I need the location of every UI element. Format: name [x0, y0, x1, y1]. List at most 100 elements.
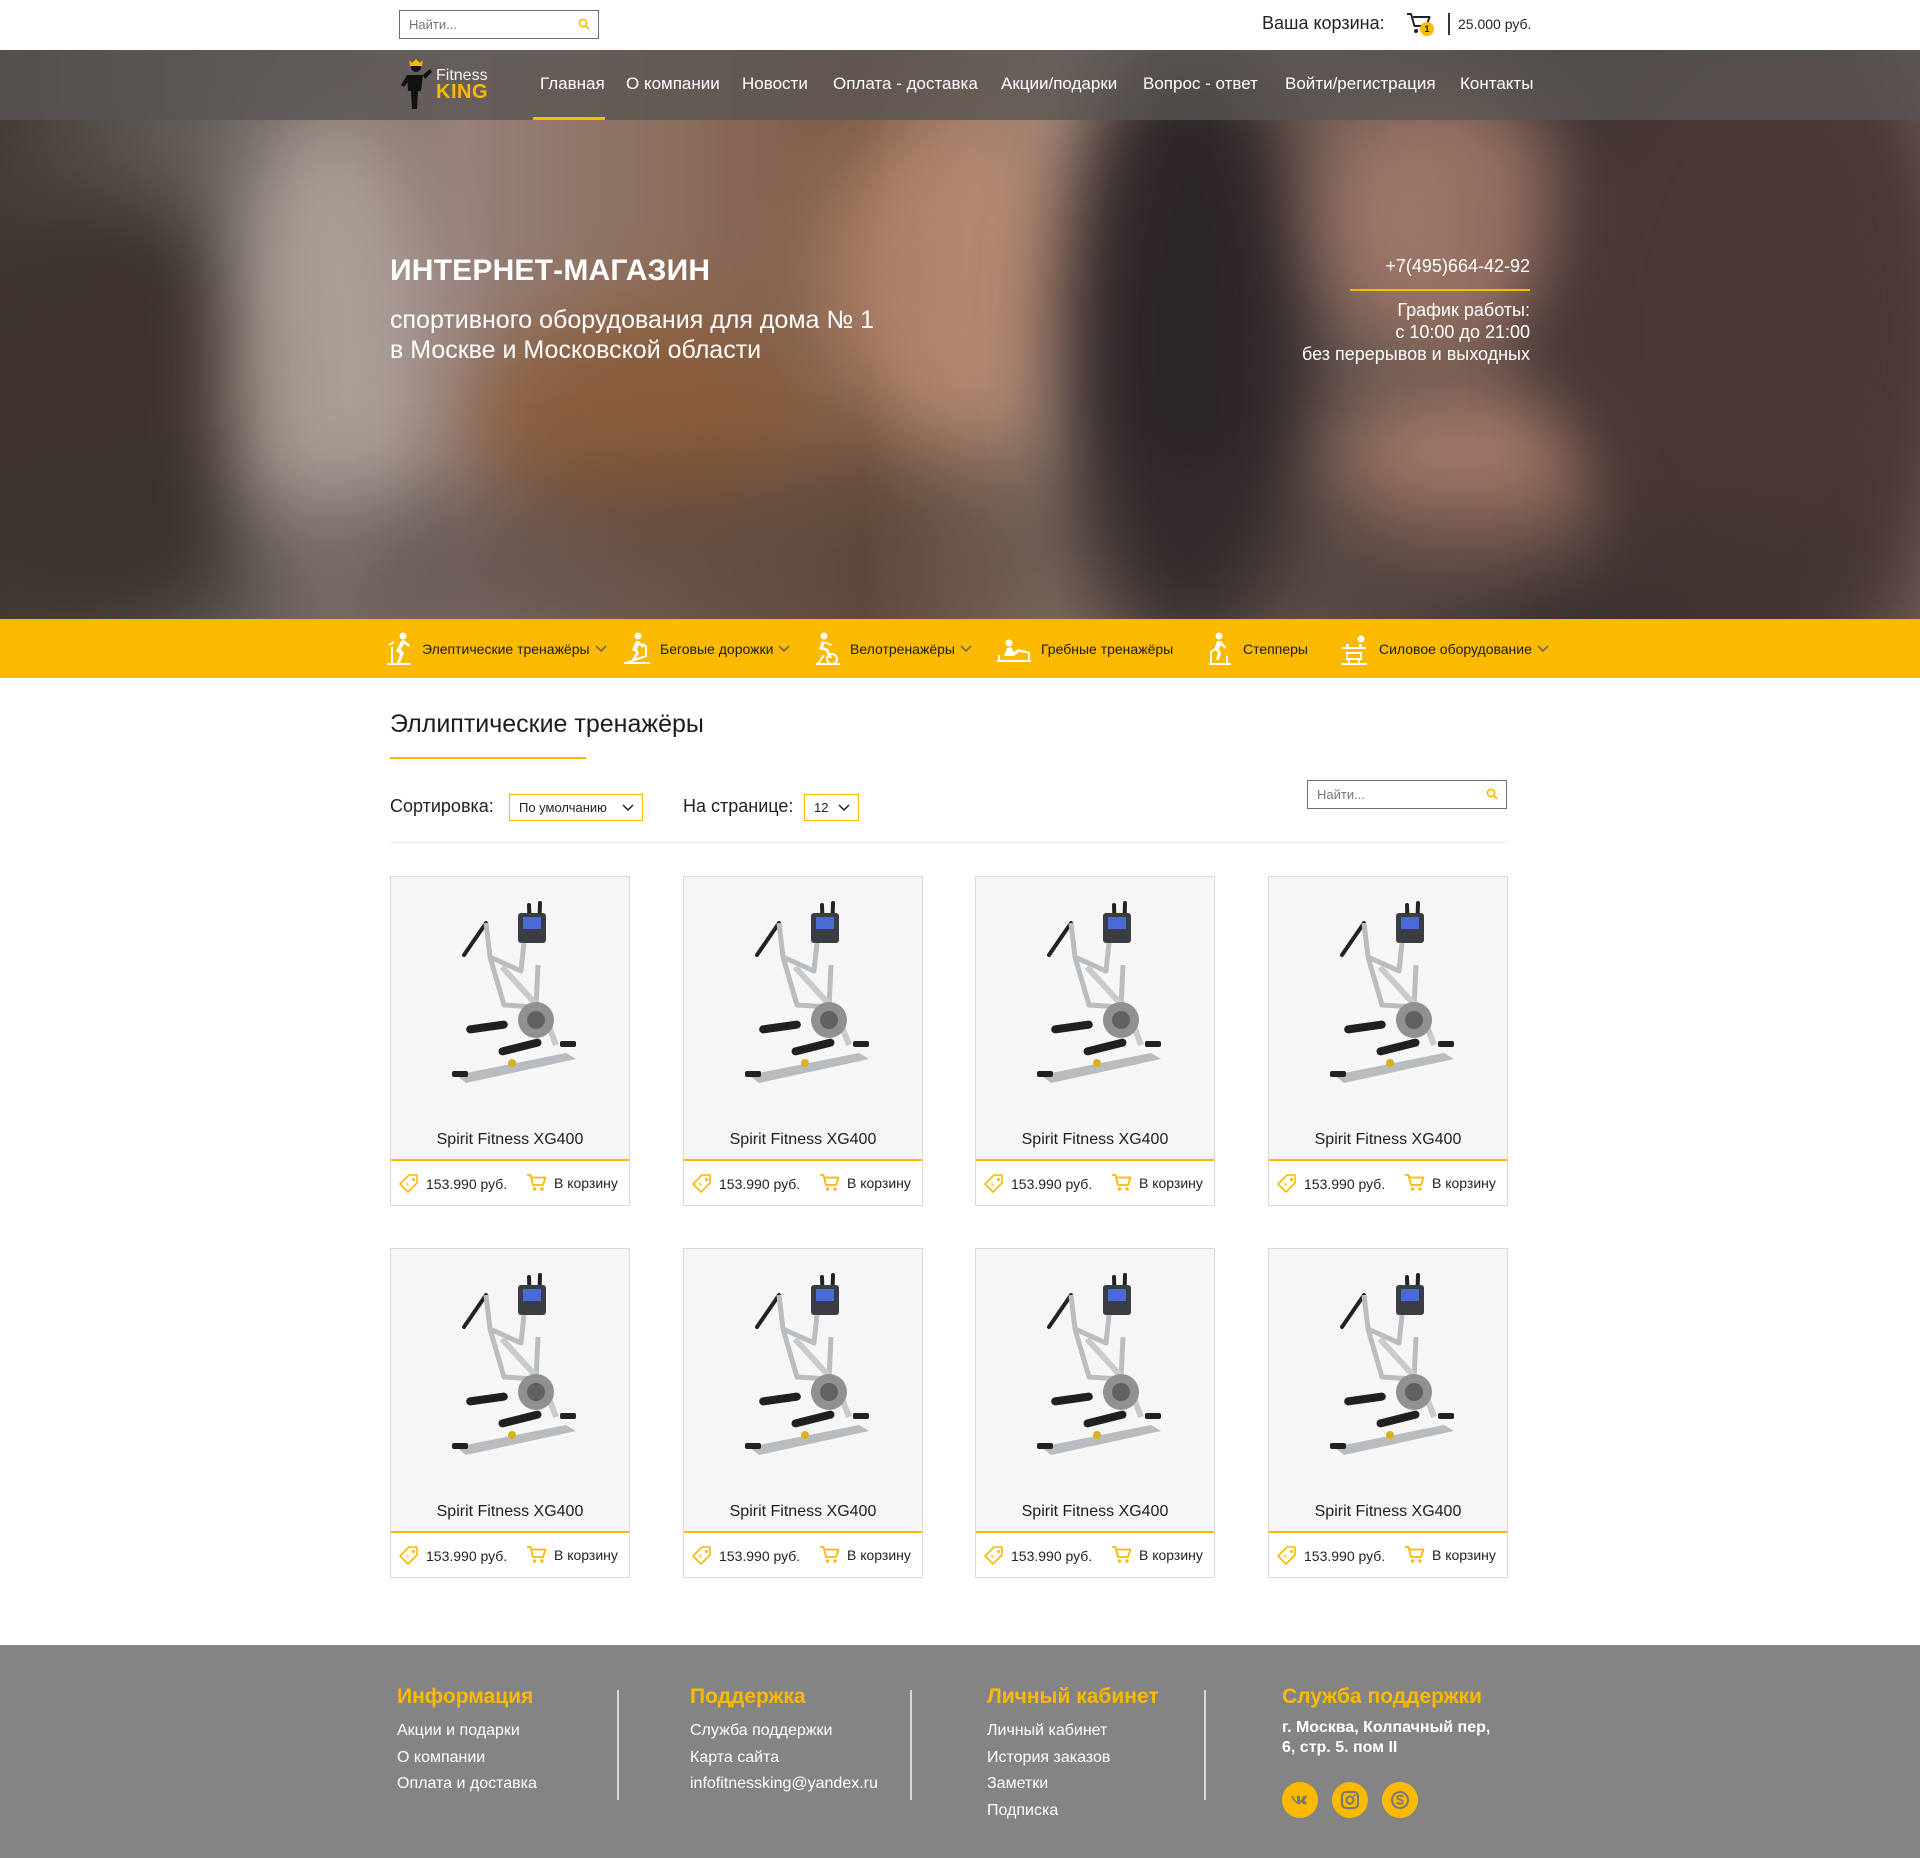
search-icon[interactable] — [578, 18, 590, 30]
footer-link[interactable]: Подписка — [987, 1798, 1159, 1825]
nav-item-login[interactable]: Войти/регистрация — [1285, 74, 1436, 94]
chevron-down-icon — [838, 804, 850, 812]
product-footer: ₽ 153.990 руб. В корзину — [1269, 1161, 1507, 1205]
per-page-select[interactable]: 12 — [804, 794, 859, 821]
category-label: Гребные тренажёры — [1041, 640, 1174, 657]
nav-item-promotions[interactable]: Акции/подарки — [1001, 74, 1117, 94]
product-image[interactable] — [719, 895, 889, 1095]
category-label: Силовое оборудование — [1379, 640, 1532, 657]
product-card[interactable]: Spirit Fitness XG400 ₽ 153.990 руб. В ко… — [975, 1248, 1215, 1578]
product-image[interactable] — [426, 895, 596, 1095]
footer-link[interactable]: История заказов — [987, 1745, 1159, 1772]
product-name[interactable]: Spirit Fitness XG400 — [976, 1503, 1214, 1521]
svg-text:₽: ₽ — [1283, 1181, 1290, 1188]
add-to-cart-button[interactable]: В корзину — [1404, 1170, 1496, 1196]
product-name[interactable]: Spirit Fitness XG400 — [391, 1503, 629, 1521]
footer-heading: Информация — [397, 1685, 534, 1708]
section-title-underline — [390, 757, 586, 759]
footer-email-link[interactable]: infofitnessking@yandex.ru — [690, 1771, 878, 1798]
add-to-cart-button[interactable]: В корзину — [1111, 1542, 1203, 1568]
skype-icon — [1391, 1791, 1409, 1809]
logo[interactable]: Fitness KING — [399, 57, 499, 113]
product-card[interactable]: Spirit Fitness XG400 ₽ 153.990 руб. В ко… — [683, 1248, 923, 1578]
nav-item-faq[interactable]: Вопрос - ответ — [1143, 74, 1258, 94]
footer-link[interactable]: Карта сайта — [690, 1745, 878, 1772]
product-image[interactable] — [719, 1267, 889, 1467]
product-name[interactable]: Spirit Fitness XG400 — [1269, 1131, 1507, 1149]
product-price: 153.990 руб. — [1011, 1548, 1093, 1564]
product-image[interactable] — [1011, 1267, 1181, 1467]
product-name[interactable]: Spirit Fitness XG400 — [976, 1131, 1214, 1149]
svg-text:₽: ₽ — [698, 1553, 705, 1560]
add-to-cart-label: В корзину — [1432, 1547, 1496, 1563]
footer-link[interactable]: Личный кабинет — [987, 1718, 1159, 1745]
product-card[interactable]: Spirit Fitness XG400 ₽ 153.990 руб. В ко… — [390, 876, 630, 1206]
vk-button[interactable] — [1282, 1782, 1318, 1818]
sort-select[interactable]: По умолчанию — [509, 794, 643, 821]
sort-label: Сортировка: — [390, 796, 494, 816]
nav-item-news[interactable]: Новости — [742, 74, 808, 94]
search-icon[interactable] — [1486, 788, 1498, 800]
add-to-cart-button[interactable]: В корзину — [819, 1542, 911, 1568]
instagram-button[interactable] — [1332, 1782, 1368, 1818]
product-image[interactable] — [1304, 1267, 1474, 1467]
hero-subtitle-line-2: в Москве и Московской области — [390, 336, 762, 364]
add-to-cart-button[interactable]: В корзину — [1404, 1542, 1496, 1568]
category-treadmill[interactable]: Беговые дорожки — [622, 619, 790, 678]
footer-link[interactable]: Заметки — [987, 1771, 1159, 1798]
add-to-cart-button[interactable]: В корзину — [526, 1542, 618, 1568]
nav-item-home[interactable]: Главная — [540, 74, 605, 94]
category-strength[interactable]: Силовое оборудование — [1337, 619, 1549, 678]
add-to-cart-button[interactable]: В корзину — [526, 1170, 618, 1196]
add-to-cart-button[interactable]: В корзину — [819, 1170, 911, 1196]
product-card[interactable]: Spirit Fitness XG400 ₽ 153.990 руб. В ко… — [975, 876, 1215, 1206]
price-tag-icon: ₽ — [692, 1174, 711, 1193]
product-price: 153.990 руб. — [719, 1548, 801, 1564]
instagram-icon — [1341, 1791, 1359, 1809]
footer-link[interactable]: Акции и подарки — [397, 1718, 537, 1745]
product-image[interactable] — [1304, 895, 1474, 1095]
stepper-icon — [1209, 632, 1231, 665]
footer-link[interactable]: Оплата и доставка — [397, 1771, 537, 1798]
product-footer: ₽ 153.990 руб. В корзину — [391, 1161, 629, 1205]
product-name[interactable]: Spirit Fitness XG400 — [684, 1503, 922, 1521]
footer-link[interactable]: О компании — [397, 1745, 537, 1772]
product-card[interactable]: Spirit Fitness XG400 ₽ 153.990 руб. В ко… — [1268, 1248, 1508, 1578]
product-price: 153.990 руб. — [1304, 1548, 1386, 1564]
nav-item-about[interactable]: О компании — [626, 74, 720, 94]
product-name[interactable]: Spirit Fitness XG400 — [1269, 1503, 1507, 1521]
product-footer: ₽ 153.990 руб. В корзину — [684, 1533, 922, 1577]
header-search-input[interactable] — [400, 11, 570, 38]
category-elliptical[interactable]: Элептические тренажёры — [384, 619, 607, 678]
footer-link[interactable]: Служба поддержки — [690, 1718, 878, 1745]
product-card[interactable]: Spirit Fitness XG400 ₽ 153.990 руб. В ко… — [390, 1248, 630, 1578]
add-to-cart-button[interactable]: В корзину — [1111, 1170, 1203, 1196]
nav-active-indicator — [533, 117, 605, 120]
product-card[interactable]: Spirit Fitness XG400 ₽ 153.990 руб. В ко… — [683, 876, 923, 1206]
product-image[interactable] — [1011, 895, 1181, 1095]
product-card[interactable]: Spirit Fitness XG400 ₽ 153.990 руб. В ко… — [1268, 876, 1508, 1206]
chevron-down-icon — [622, 804, 634, 812]
add-to-cart-label: В корзину — [1432, 1175, 1496, 1191]
product-name[interactable]: Spirit Fitness XG400 — [684, 1131, 922, 1149]
listing-search-input[interactable] — [1308, 781, 1478, 808]
nav-item-contacts[interactable]: Контакты — [1460, 74, 1533, 94]
category-bar: Элептические тренажёры Беговые дорожки В… — [0, 619, 1920, 678]
skype-button[interactable] — [1382, 1782, 1418, 1818]
chevron-down-icon — [595, 645, 607, 652]
product-name[interactable]: Spirit Fitness XG400 — [391, 1131, 629, 1149]
listing-search[interactable] — [1307, 780, 1507, 809]
cart-icon — [1405, 1174, 1425, 1191]
cart-button[interactable]: 1 — [1405, 11, 1435, 37]
category-rowing[interactable]: Гребные тренажёры — [995, 619, 1173, 678]
header-search[interactable] — [399, 10, 599, 39]
footer-separator — [617, 1690, 619, 1800]
svg-text:₽: ₽ — [405, 1553, 412, 1560]
product-image[interactable] — [426, 1267, 596, 1467]
category-steppers[interactable]: Степперы — [1205, 619, 1308, 678]
cart-label: Ваша корзина: — [1262, 13, 1385, 33]
category-bikes[interactable]: Велотренажёры — [812, 619, 972, 678]
top-bar: Ваша корзина: 1 25.000 руб. — [0, 0, 1920, 50]
nav-item-payment-delivery[interactable]: Оплата - доставка — [833, 74, 978, 94]
hero-phone[interactable]: +7(495)664-42-92 — [1385, 256, 1530, 277]
